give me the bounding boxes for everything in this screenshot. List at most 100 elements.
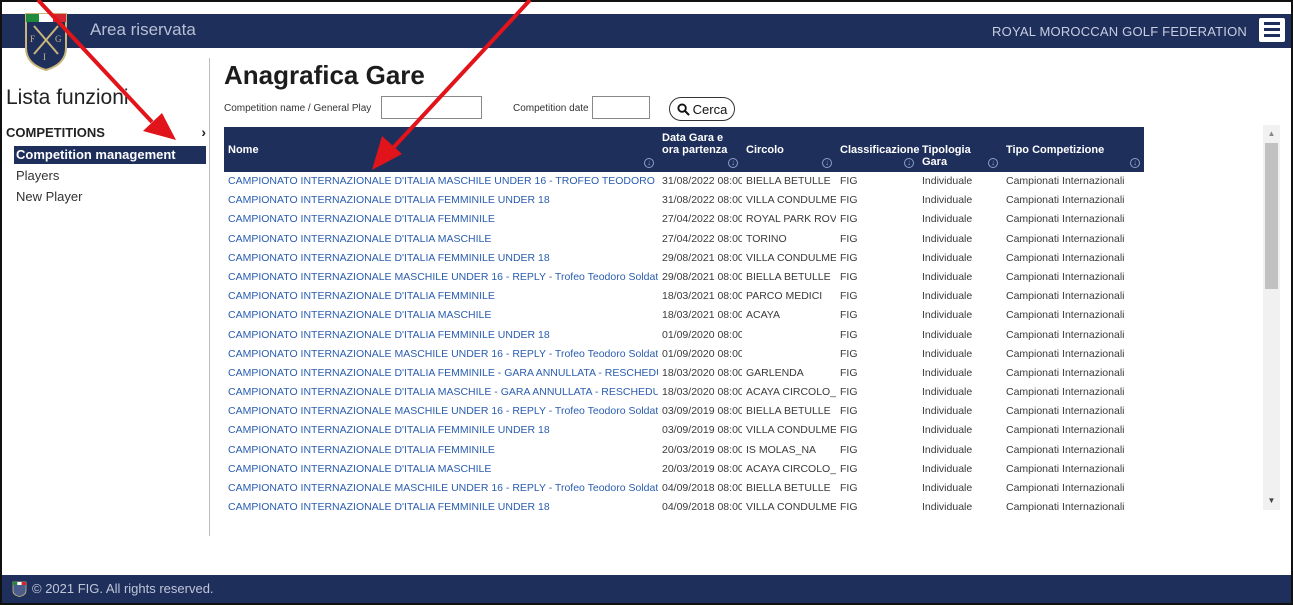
- cell-tipo-competizione: Campionati Internazionali: [1006, 501, 1125, 514]
- cell-nome[interactable]: CAMPIONATO INTERNAZIONALE D'ITALIA MASCH…: [224, 306, 658, 325]
- cell-classificazione: FIG: [840, 328, 858, 341]
- hamburger-menu-icon[interactable]: [1259, 18, 1285, 42]
- cell-nome[interactable]: CAMPIONATO INTERNAZIONALE D'ITALIA FEMMI…: [224, 326, 658, 345]
- cell-tipologia: Individuale: [922, 309, 973, 322]
- fig-logo-small: [12, 581, 27, 597]
- cell-tipo-competizione: Campionati Internazionali: [1006, 251, 1125, 264]
- column-header-tipo-competizione[interactable]: Tipo Competizione ↓: [1002, 127, 1144, 172]
- cell-nome[interactable]: CAMPIONATO INTERNAZIONALE MASCHILE UNDER…: [224, 402, 658, 421]
- sidebar-section-competitions[interactable]: COMPETITIONS ›: [6, 124, 206, 140]
- table-row[interactable]: CAMPIONATO INTERNAZIONALE D'ITALIA FEMMI…: [224, 191, 1144, 210]
- competition-name-input[interactable]: [381, 96, 482, 119]
- table-row[interactable]: CAMPIONATO INTERNAZIONALE D'ITALIA FEMMI…: [224, 210, 1144, 229]
- cell-tipo-competizione: Campionati Internazionali: [1006, 270, 1125, 283]
- cell-nome[interactable]: CAMPIONATO INTERNAZIONALE D'ITALIA FEMMI…: [224, 210, 658, 229]
- table-row[interactable]: CAMPIONATO INTERNAZIONALE D'ITALIA FEMMI…: [224, 326, 1144, 345]
- search-button[interactable]: Cerca: [669, 97, 735, 121]
- sort-icon[interactable]: ↓: [904, 158, 914, 168]
- cell-tipologia: Individuale: [922, 232, 973, 245]
- fig-logo[interactable]: F G I: [22, 10, 70, 72]
- cell-tipo-competizione: Campionati Internazionali: [1006, 213, 1125, 226]
- column-header-classificazione[interactable]: Classificazione ↓: [836, 127, 919, 172]
- table-row[interactable]: CAMPIONATO INTERNAZIONALE D'ITALIA FEMMI…: [224, 441, 1144, 460]
- table-row[interactable]: CAMPIONATO INTERNAZIONALE D'ITALIA MASCH…: [224, 460, 1144, 479]
- cell-nome[interactable]: CAMPIONATO INTERNAZIONALE MASCHILE UNDER…: [224, 479, 658, 498]
- sort-icon[interactable]: ↓: [1130, 158, 1140, 168]
- cell-nome[interactable]: CAMPIONATO INTERNAZIONALE D'ITALIA MASCH…: [224, 172, 658, 191]
- cell-tipologia: Individuale: [922, 424, 973, 437]
- table-row[interactable]: CAMPIONATO INTERNAZIONALE MASCHILE UNDER…: [224, 268, 1144, 287]
- column-header-nome[interactable]: Nome ↓: [224, 127, 658, 172]
- cell-tipo-competizione: Campionati Internazionali: [1006, 347, 1125, 360]
- sort-icon[interactable]: ↓: [728, 158, 738, 168]
- cell-tipo-competizione: Campionati Internazionali: [1006, 290, 1125, 303]
- cell-classificazione: FIG: [840, 366, 858, 379]
- table-row[interactable]: CAMPIONATO INTERNAZIONALE D'ITALIA FEMMI…: [224, 287, 1144, 306]
- table-row[interactable]: CAMPIONATO INTERNAZIONALE D'ITALIA FEMMI…: [224, 249, 1144, 268]
- cell-nome[interactable]: CAMPIONATO INTERNAZIONALE D'ITALIA MASCH…: [224, 230, 658, 249]
- cell-data: 20/03/2019 08:00: [662, 443, 742, 456]
- cell-tipologia: Individuale: [922, 443, 973, 456]
- cell-nome[interactable]: CAMPIONATO INTERNAZIONALE D'ITALIA FEMMI…: [224, 287, 658, 306]
- cell-nome[interactable]: CAMPIONATO INTERNAZIONALE D'ITALIA FEMMI…: [224, 441, 658, 460]
- cell-circolo: ACAYA CIRCOLO_NA: [746, 462, 836, 475]
- table-row[interactable]: CAMPIONATO INTERNAZIONALE D'ITALIA MASCH…: [224, 306, 1144, 325]
- table-row[interactable]: CAMPIONATO INTERNAZIONALE D'ITALIA MASCH…: [224, 383, 1144, 402]
- cell-tipologia: Individuale: [922, 501, 973, 514]
- scrollbar-thumb[interactable]: [1265, 143, 1278, 289]
- table-row[interactable]: CAMPIONATO INTERNAZIONALE MASCHILE UNDER…: [224, 345, 1144, 364]
- sort-icon[interactable]: ↓: [822, 158, 832, 168]
- table-body: CAMPIONATO INTERNAZIONALE D'ITALIA MASCH…: [224, 172, 1144, 517]
- column-header-tipologia[interactable]: Tipologia Gara ↓: [918, 127, 1002, 172]
- sidebar-item-players[interactable]: Players: [14, 167, 206, 185]
- column-header-circolo[interactable]: Circolo ↓: [742, 127, 836, 172]
- cell-classificazione: FIG: [840, 347, 858, 360]
- cell-circolo: VILLA CONDULMER: [746, 501, 836, 514]
- cell-tipologia: Individuale: [922, 482, 973, 494]
- cell-data: 20/03/2019 08:00: [662, 462, 742, 475]
- sidebar-item-new-player[interactable]: New Player: [14, 188, 206, 206]
- table-row[interactable]: CAMPIONATO INTERNAZIONALE MASCHILE UNDER…: [224, 402, 1144, 421]
- cell-circolo: BIELLA BETULLE: [746, 175, 831, 187]
- sort-icon[interactable]: ↓: [988, 158, 998, 168]
- cell-circolo: [742, 326, 836, 345]
- top-navbar: Area riservata ROYAL MOROCCAN GOLF FEDER…: [2, 14, 1291, 48]
- vertical-scrollbar[interactable]: ▲ ▼: [1263, 125, 1280, 510]
- cell-nome[interactable]: CAMPIONATO INTERNAZIONALE MASCHILE UNDER…: [224, 268, 658, 287]
- table-row[interactable]: CAMPIONATO INTERNAZIONALE D'ITALIA FEMMI…: [224, 421, 1144, 440]
- footer: © 2021 FIG. All rights reserved.: [2, 575, 1291, 603]
- table-row[interactable]: CAMPIONATO INTERNAZIONALE MASCHILE UNDER…: [224, 479, 1144, 498]
- cell-nome[interactable]: CAMPIONATO INTERNAZIONALE D'ITALIA MASCH…: [224, 383, 658, 402]
- cell-data: 31/08/2022 08:00: [662, 194, 742, 207]
- column-header-data[interactable]: Data Gara e ora partenza ↓: [658, 127, 742, 172]
- cell-tipologia: Individuale: [922, 270, 973, 283]
- table-row[interactable]: CAMPIONATO INTERNAZIONALE D'ITALIA FEMMI…: [224, 364, 1144, 383]
- cell-nome[interactable]: CAMPIONATO INTERNAZIONALE D'ITALIA FEMMI…: [224, 191, 658, 210]
- cell-classificazione: FIG: [840, 386, 858, 399]
- cell-tipo-competizione: Campionati Internazionali: [1006, 175, 1125, 187]
- cell-circolo: BIELLA BETULLE: [746, 482, 831, 494]
- table-row[interactable]: CAMPIONATO INTERNAZIONALE D'ITALIA FEMMI…: [224, 498, 1144, 517]
- sort-icon[interactable]: ↓: [644, 158, 654, 168]
- cell-data: 03/09/2019 08:00: [662, 424, 742, 437]
- cell-classificazione: FIG: [840, 462, 858, 475]
- cell-circolo: PARCO MEDICI: [746, 290, 823, 303]
- cell-nome[interactable]: CAMPIONATO INTERNAZIONALE D'ITALIA FEMMI…: [224, 364, 658, 383]
- sidebar-item-competition-management[interactable]: Competition management: [14, 146, 206, 164]
- cell-tipo-competizione: Campionati Internazionali: [1006, 405, 1125, 418]
- cell-nome[interactable]: CAMPIONATO INTERNAZIONALE D'ITALIA FEMMI…: [224, 249, 658, 268]
- cell-nome[interactable]: CAMPIONATO INTERNAZIONALE D'ITALIA MASCH…: [224, 460, 658, 479]
- cell-nome[interactable]: CAMPIONATO INTERNAZIONALE D'ITALIA FEMMI…: [224, 421, 658, 440]
- competition-date-input[interactable]: [592, 96, 650, 119]
- scroll-down-icon[interactable]: ▼: [1263, 494, 1280, 508]
- cell-nome[interactable]: CAMPIONATO INTERNAZIONALE MASCHILE UNDER…: [224, 345, 658, 364]
- cell-data: 27/04/2022 08:00: [662, 213, 742, 226]
- cell-nome[interactable]: CAMPIONATO INTERNAZIONALE D'ITALIA FEMMI…: [224, 498, 658, 517]
- table-row[interactable]: CAMPIONATO INTERNAZIONALE D'ITALIA MASCH…: [224, 230, 1144, 249]
- cell-classificazione: FIG: [840, 482, 858, 494]
- table-row[interactable]: CAMPIONATO INTERNAZIONALE D'ITALIA MASCH…: [224, 172, 1144, 191]
- cell-classificazione: FIG: [840, 443, 858, 456]
- scroll-up-icon[interactable]: ▲: [1263, 127, 1280, 141]
- cell-classificazione: FIG: [840, 194, 858, 207]
- area-title[interactable]: Area riservata: [90, 20, 196, 40]
